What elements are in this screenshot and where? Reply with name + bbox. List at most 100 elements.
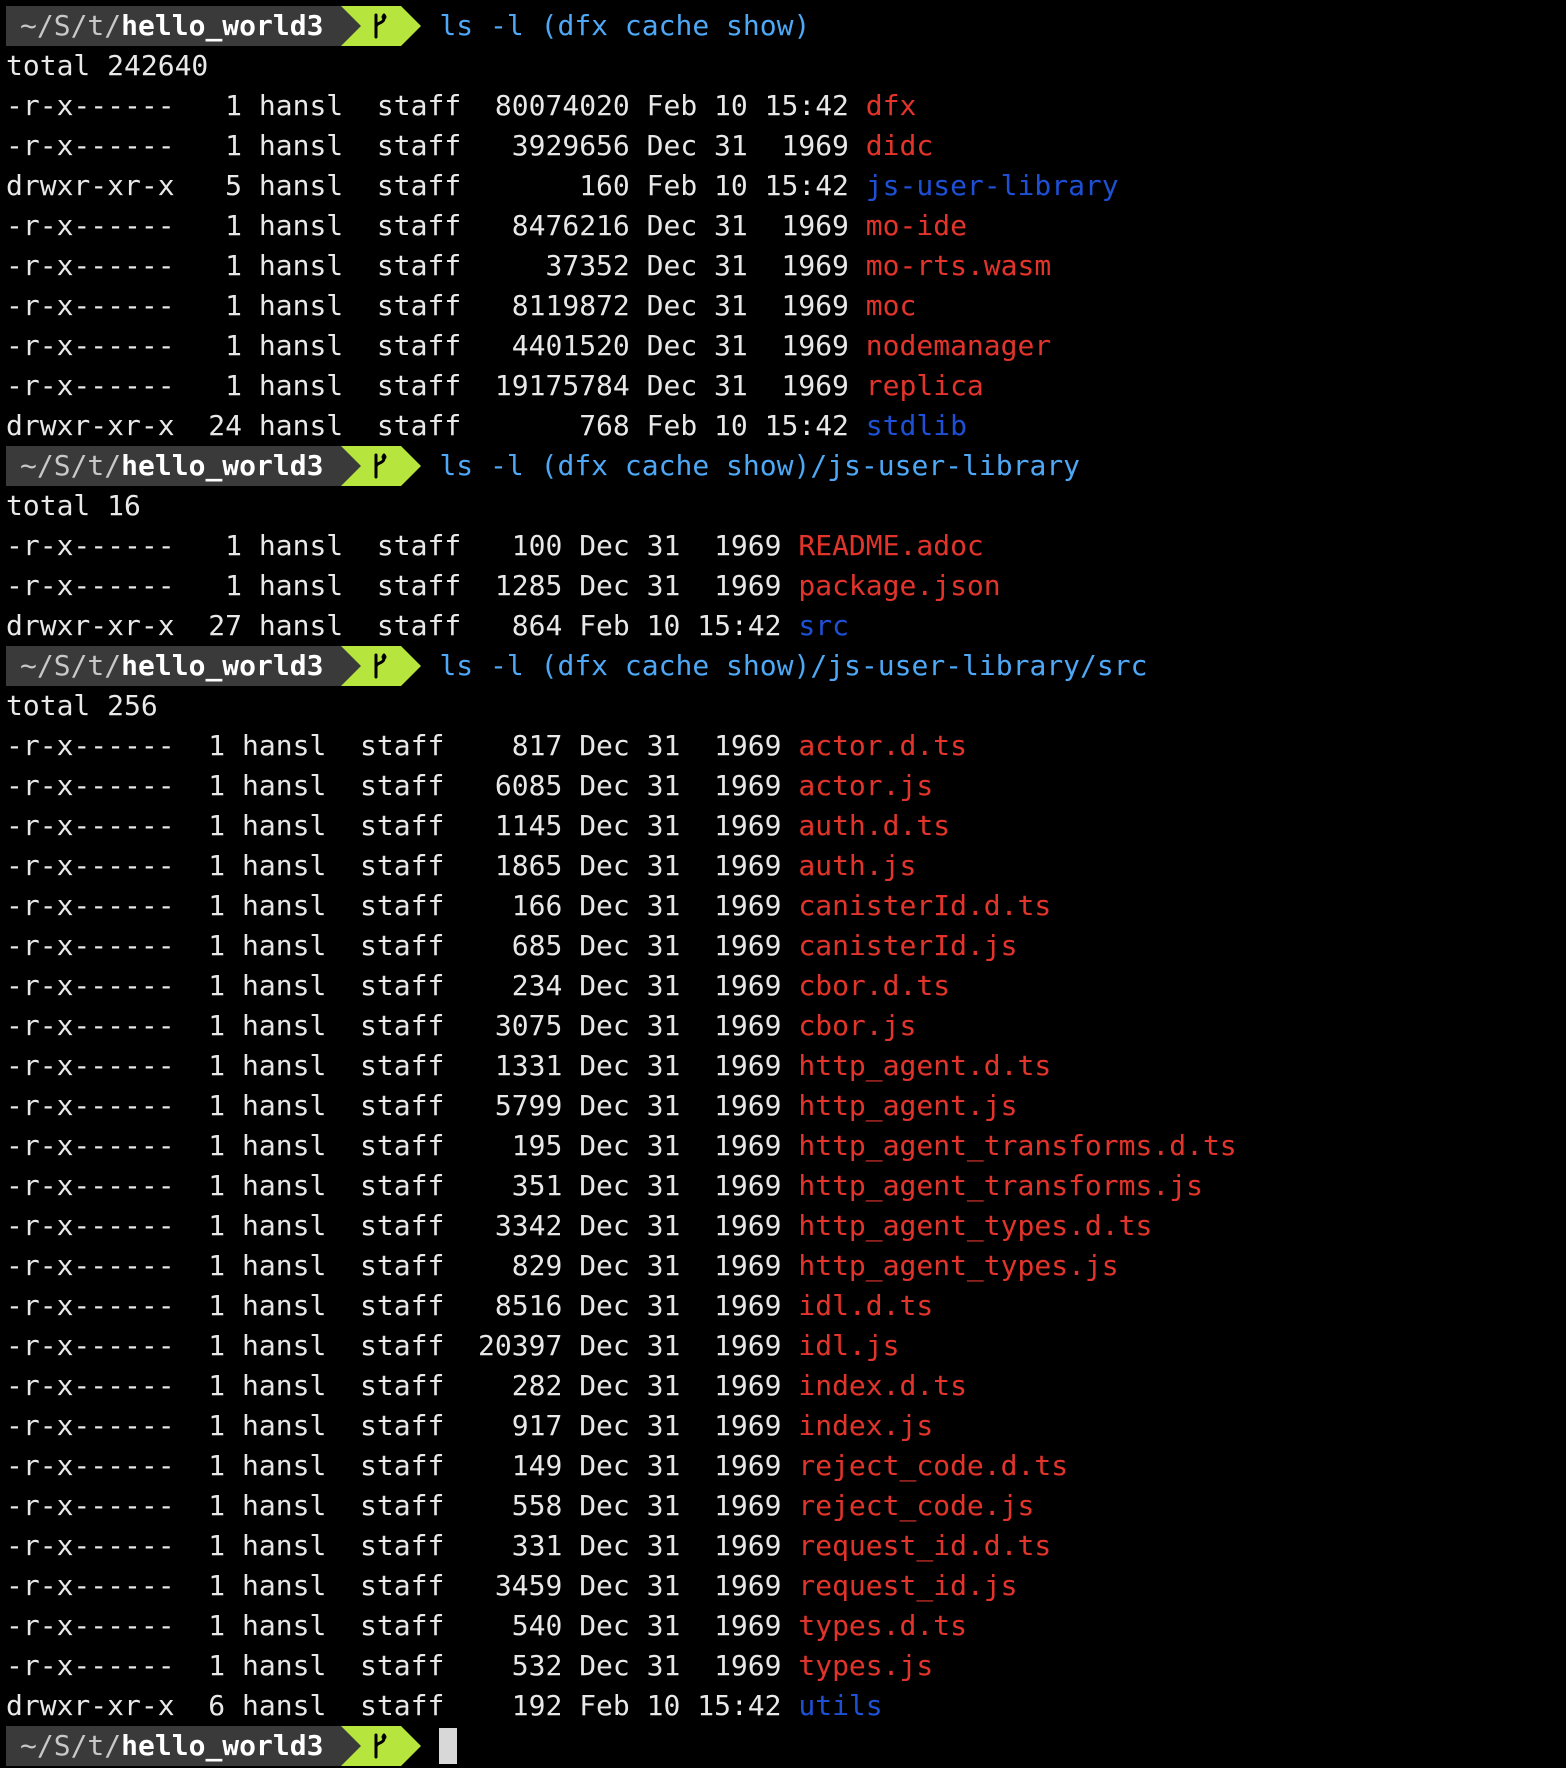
command-text: ls -l (dfx cache show)/js-user-library [439,449,1081,482]
file-size: 80074020 [494,89,630,122]
prompt-path: ~/S/t/hello_world3 [6,1726,342,1766]
terminal-output[interactable]: ~/S/t/hello_world3 ls -l (dfx cache show… [6,6,1566,1766]
file-name: actor.d.ts [798,729,967,762]
permissions: -r-x------ [6,889,192,922]
link-count: 1 [191,1089,226,1122]
file-name: didc [865,129,934,162]
link-count: 1 [191,809,226,842]
permissions: drwxr-xr-x [6,409,192,442]
link-count: 1 [191,1169,226,1202]
file-size: 1285 [494,569,563,602]
listing-row: -r-x------ 1 hansl staff 6085 Dec 31 196… [6,766,1566,806]
owner: hansl [258,609,344,642]
listing-row: -r-x------ 1 hansl staff 540 Dec 31 1969… [6,1606,1566,1646]
modified-date: Feb 10 15:42 [579,1689,782,1722]
link-count: 1 [191,529,243,562]
file-size: 19175784 [494,369,630,402]
owner: hansl [242,1129,327,1162]
file-name: canisterId.d.ts [798,889,1052,922]
listing-row: -r-x------ 1 hansl staff 917 Dec 31 1969… [6,1406,1566,1446]
listing-row: -r-x------ 1 hansl staff 20397 Dec 31 19… [6,1326,1566,1366]
owner: hansl [242,1609,327,1642]
permissions: -r-x------ [6,209,192,242]
group: staff [360,1289,445,1322]
powerline-separator [341,6,362,46]
link-count: 1 [191,1209,226,1242]
group: staff [376,89,462,122]
group: staff [360,1329,445,1362]
link-count: 1 [191,1289,226,1322]
owner: hansl [258,129,344,162]
modified-date: Dec 31 1969 [579,1249,782,1282]
modified-date: Dec 31 1969 [579,1209,782,1242]
permissions: -r-x------ [6,289,192,322]
file-name: idl.d.ts [798,1289,934,1322]
path-prefix: ~/S/t/ [20,1729,122,1762]
listing-row: drwxr-xr-x 27 hansl staff 864 Feb 10 15:… [6,606,1566,646]
modified-date: Dec 31 1969 [579,1129,782,1162]
file-size: 234 [478,969,563,1002]
file-name: README.adoc [798,529,984,562]
owner: hansl [242,1489,327,1522]
owner: hansl [258,569,344,602]
modified-date: Dec 31 1969 [646,289,849,322]
permissions: -r-x------ [6,249,192,282]
powerline-separator [401,1726,422,1766]
owner: hansl [242,1049,327,1082]
group: staff [360,849,445,882]
prompt-line: ~/S/t/hello_world3 [6,1726,1566,1766]
modified-date: Dec 31 1969 [646,129,849,162]
modified-date: Dec 31 1969 [579,1009,782,1042]
file-size: 6085 [478,769,563,802]
link-count: 27 [191,609,243,642]
group: staff [360,1569,445,1602]
link-count: 1 [191,1449,226,1482]
listing-row: -r-x------ 1 hansl staff 166 Dec 31 1969… [6,886,1566,926]
owner: hansl [242,1249,327,1282]
link-count: 1 [191,289,243,322]
permissions: -r-x------ [6,129,192,162]
file-size: 532 [478,1649,563,1682]
modified-date: Dec 31 1969 [579,1489,782,1522]
file-name: package.json [798,569,1001,602]
file-size: 917 [478,1409,563,1442]
permissions: -r-x------ [6,1569,192,1602]
file-name: types.d.ts [798,1609,967,1642]
permissions: -r-x------ [6,1169,192,1202]
total-line: total 16 [6,489,141,522]
text-cursor[interactable] [439,1728,458,1764]
permissions: -r-x------ [6,1409,192,1442]
file-name: auth.d.ts [798,809,951,842]
link-count: 1 [191,249,243,282]
owner: hansl [242,1569,327,1602]
modified-date: Feb 10 15:42 [646,409,849,442]
listing-row: -r-x------ 1 hansl staff 3075 Dec 31 196… [6,1006,1566,1046]
permissions: -r-x------ [6,1649,192,1682]
link-count: 1 [191,1009,226,1042]
listing-row: -r-x------ 1 hansl staff 3929656 Dec 31 … [6,126,1566,166]
listing-row: -r-x------ 1 hansl staff 8516 Dec 31 196… [6,1286,1566,1326]
file-size: 3929656 [494,129,630,162]
link-count: 1 [191,1049,226,1082]
listing-row: -r-x------ 1 hansl staff 1331 Dec 31 196… [6,1046,1566,1086]
group: staff [376,529,462,562]
owner: hansl [258,169,344,202]
owner: hansl [242,1329,327,1362]
owner: hansl [258,89,344,122]
group: staff [360,809,445,842]
listing-row: -r-x------ 1 hansl staff 532 Dec 31 1969… [6,1646,1566,1686]
file-name: index.d.ts [798,1369,967,1402]
permissions: -r-x------ [6,1329,192,1362]
file-name: http_agent.d.ts [798,1049,1052,1082]
powerline-separator [341,446,362,486]
file-size: 4401520 [494,329,630,362]
modified-date: Dec 31 1969 [579,729,782,762]
permissions: drwxr-xr-x [6,609,192,642]
modified-date: Dec 31 1969 [579,1609,782,1642]
modified-date: Dec 31 1969 [579,1289,782,1322]
powerline-separator [401,446,422,486]
listing-row: -r-x------ 1 hansl staff 19175784 Dec 31… [6,366,1566,406]
permissions: -r-x------ [6,569,192,602]
link-count: 1 [191,889,226,922]
modified-date: Dec 31 1969 [579,809,782,842]
